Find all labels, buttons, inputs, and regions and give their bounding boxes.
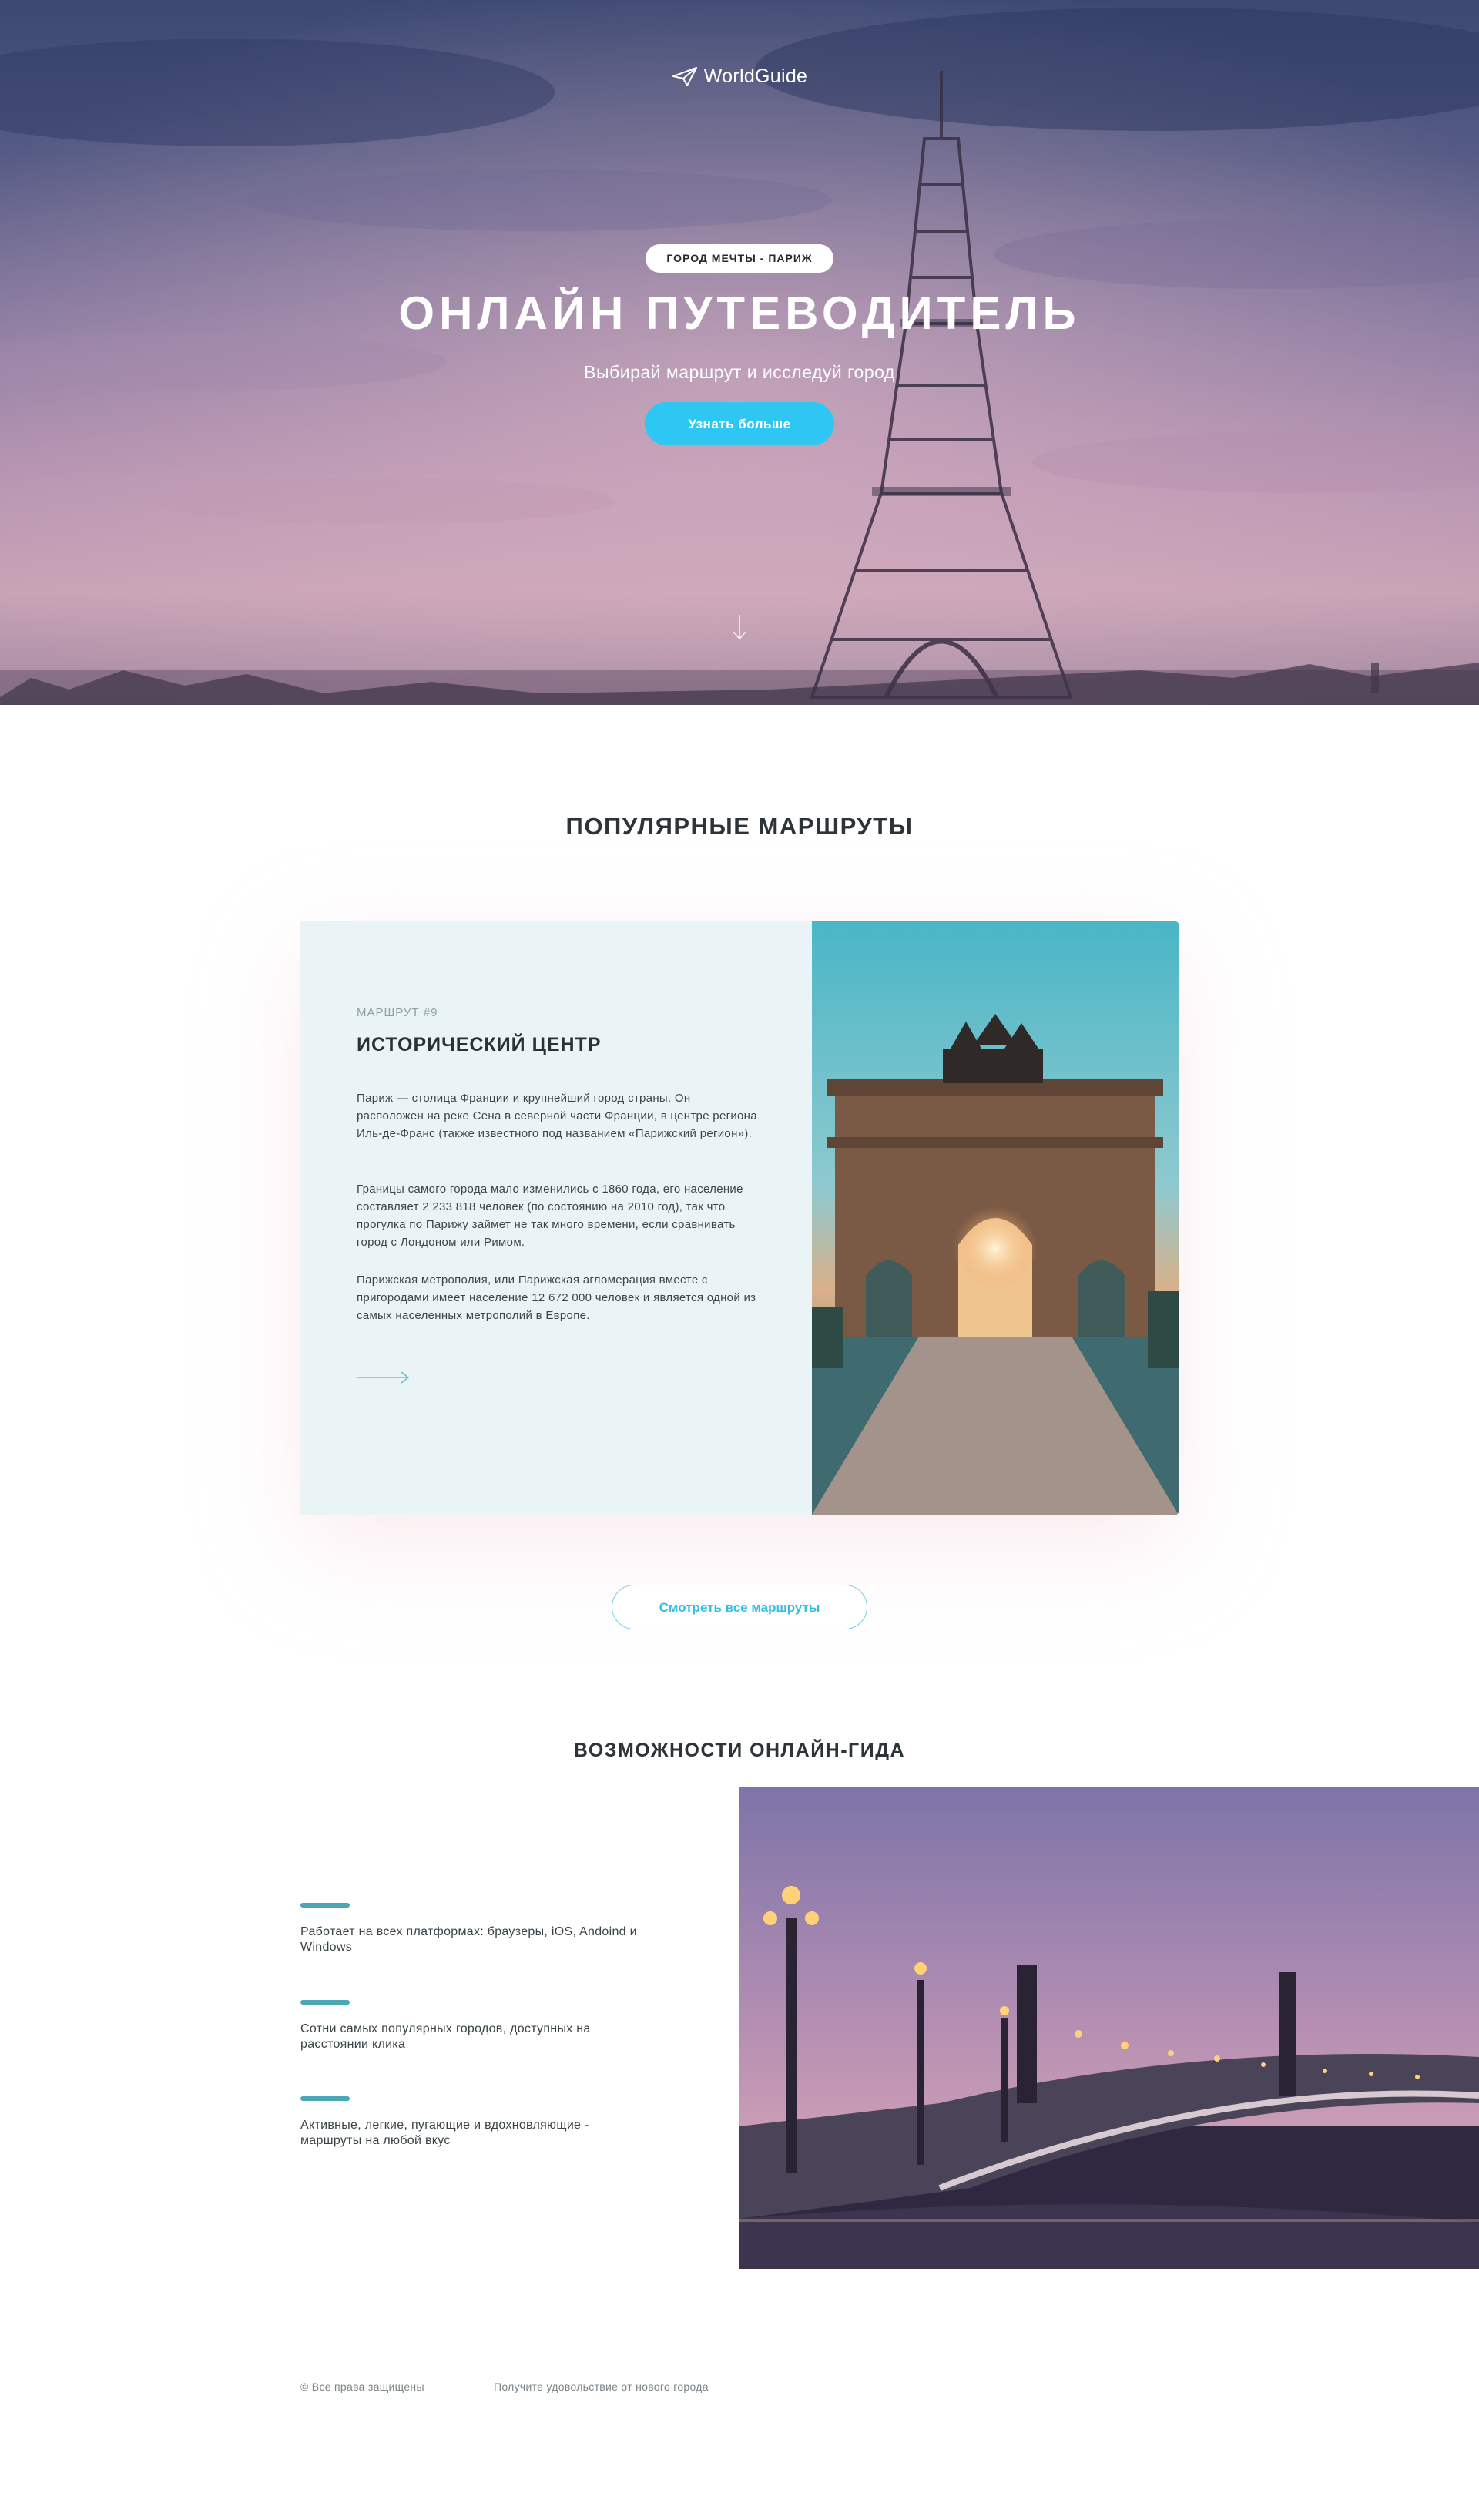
features-section-title: ВОЗМОЖНОСТИ ОНЛАЙН-ГИДА [573,1740,906,1761]
feature-accent-bar [300,2000,350,2005]
route-card-text-panel: МАРШРУТ #9 ИСТОРИЧЕСКИЙ ЦЕНТР Париж — ст… [300,921,812,1515]
plane-icon [672,67,697,87]
route-paragraph: Париж — столица Франции и крупнейший гор… [357,1092,757,1140]
route-number: МАРШРУТ #9 [357,1006,438,1019]
hero-title: ОНЛАЙН ПУТЕВОДИТЕЛЬ [398,287,1081,339]
feature-accent-bar [300,1903,350,1908]
arc-de-triomphe-carrousel-photo [812,921,1179,1515]
footer-tagline: Получите удовольствие от нового города [494,2381,709,2393]
route-paragraph: Парижская метрополия, или Парижская агло… [357,1273,756,1322]
feature-text: Активные, легкие, пугающие и вдохновляющ… [300,2119,589,2147]
routes-section-title: ПОПУЛЯРНЫЕ МАРШРУТЫ [565,813,914,840]
feature-accent-bar [300,2096,350,2101]
arrow-right-icon[interactable] [357,1370,411,1385]
eiffel-tower-illustration [0,71,1479,705]
pont-alexandre-bridge-photo [740,1787,1479,2269]
feature-item: Работает на всех платформах: браузеры, i… [300,1903,639,1955]
footer-copyright: © Все права защищены [300,2381,424,2393]
route-title: ИСТОРИЧЕСКИЙ ЦЕНТР [357,1034,602,1055]
hero-badge: ГОРОД МЕЧТЫ - ПАРИЖ [646,244,833,273]
hero-section: WorldGuide ГОРОД МЕЧТЫ - ПАРИЖ ОНЛАЙН ПУ… [0,0,1479,705]
feature-text: Сотни самых популярных городов, доступны… [300,2022,591,2051]
learn-more-button[interactable]: Узнать больше [645,402,834,445]
site-logo[interactable]: WorldGuide [0,65,1479,88]
feature-item: Сотни самых популярных городов, доступны… [300,2000,639,2052]
view-all-routes-button[interactable]: Смотреть все маршруты [612,1585,867,1629]
feature-item: Активные, легкие, пугающие и вдохновляющ… [300,2096,639,2149]
route-paragraph: Границы самого города мало изменились с … [357,1183,743,1249]
logo-text: WorldGuide [703,65,808,87]
arrow-down-icon[interactable] [730,613,749,641]
feature-text: Работает на всех платформах: браузеры, i… [300,1925,637,1954]
route-card: МАРШРУТ #9 ИСТОРИЧЕСКИЙ ЦЕНТР Париж — ст… [300,921,1179,1515]
hero-subtitle: Выбирай маршрут и исследуй город [584,362,895,382]
